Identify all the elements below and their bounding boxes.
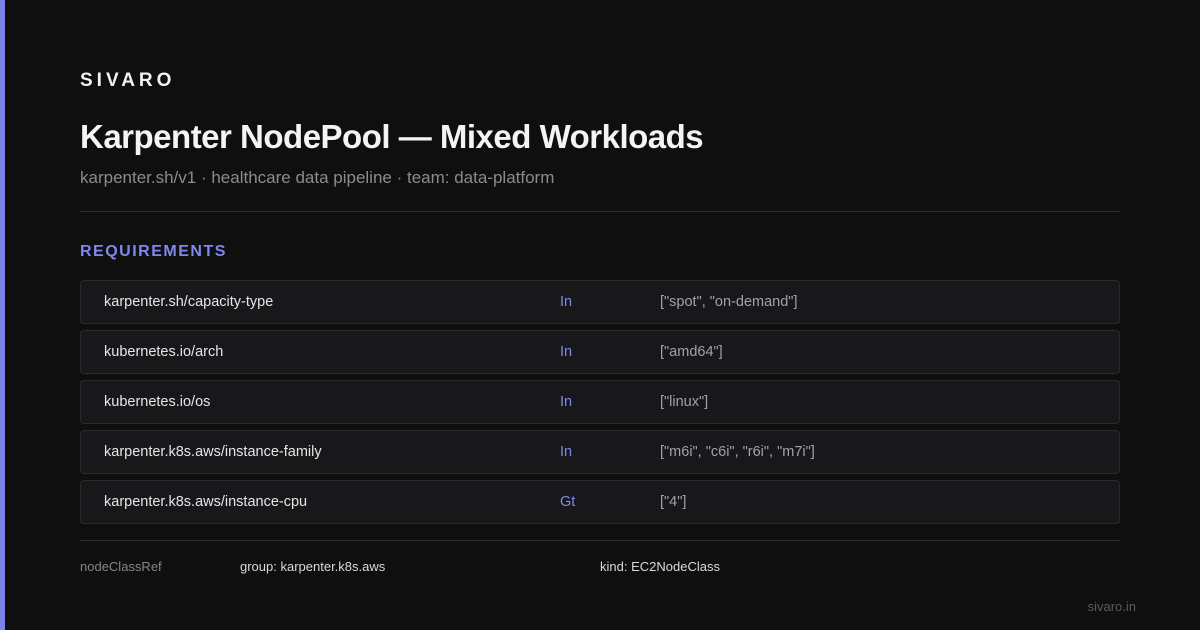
requirement-values: ["spot", "on-demand"] [660,294,798,310]
node-class-ref-kind: kind: EC2NodeClass [600,559,720,574]
requirement-operator: Gt [560,494,576,510]
social-card: SIVARO Karpenter NodePool — Mixed Worklo… [0,0,1200,630]
node-class-ref-group: group: karpenter.k8s.aws [240,559,386,574]
requirement-row: karpenter.sh/capacity-type In ["spot", "… [80,280,1120,324]
requirement-values: ["linux"] [660,394,709,410]
header-divider [80,211,1120,212]
requirement-row: karpenter.k8s.aws/instance-family In ["m… [80,430,1120,474]
requirement-operator: In [560,344,573,360]
brand-logo-text: SIVARO [80,70,176,91]
requirement-key: karpenter.sh/capacity-type [104,294,274,310]
requirement-key: kubernetes.io/os [104,394,211,410]
requirement-row: kubernetes.io/arch In ["amd64"] [80,330,1120,374]
requirement-key: karpenter.k8s.aws/instance-cpu [104,494,308,510]
requirement-row: kubernetes.io/os In ["linux"] [80,380,1120,424]
page-subtitle: karpenter.sh/v1 · healthcare data pipeli… [80,168,555,187]
accent-bar [0,0,5,630]
requirement-key: karpenter.k8s.aws/instance-family [104,444,322,460]
requirement-key: kubernetes.io/arch [104,344,224,360]
requirements-heading: REQUIREMENTS [80,243,227,260]
requirement-operator: In [560,294,573,310]
requirement-values: ["4"] [660,494,687,510]
requirement-operator: In [560,394,573,410]
site-domain: sivaro.in [1087,599,1136,614]
requirement-row: karpenter.k8s.aws/instance-cpu Gt ["4"] [80,480,1120,524]
requirement-values: ["amd64"] [660,344,723,360]
requirement-operator: In [560,444,573,460]
page-title: Karpenter NodePool — Mixed Workloads [80,118,704,155]
footer-divider [80,540,1120,541]
node-class-ref-label: nodeClassRef [80,559,162,574]
requirement-values: ["m6i", "c6i", "r6i", "m7i"] [660,444,815,460]
requirements-list: karpenter.sh/capacity-type In ["spot", "… [80,280,1120,530]
